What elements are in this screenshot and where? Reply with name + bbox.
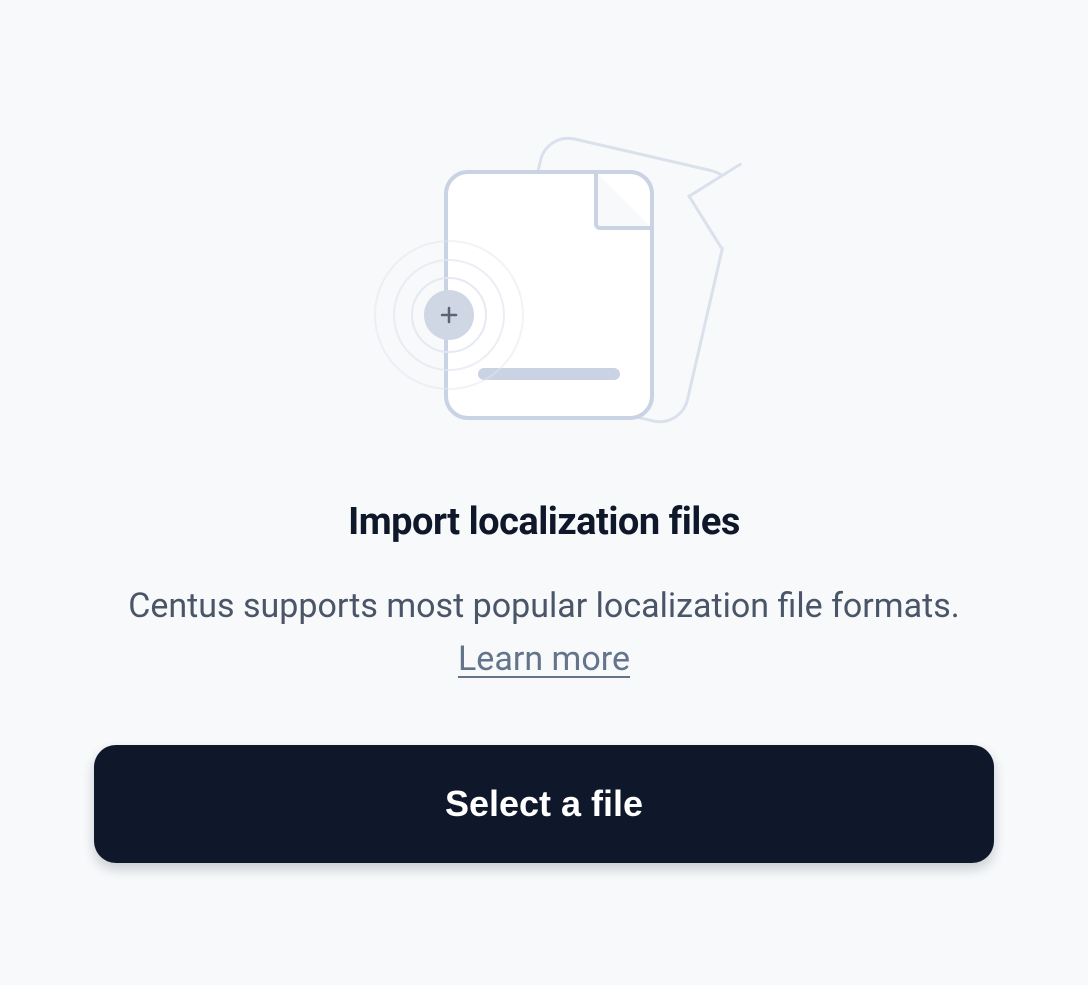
- plus-icon: [424, 290, 474, 340]
- plus-rings-icon: [374, 240, 524, 390]
- learn-more-link[interactable]: Learn more: [458, 639, 630, 679]
- import-description-text: Centus supports most popular localizatio…: [128, 586, 960, 626]
- select-file-button[interactable]: Select a file: [94, 745, 994, 863]
- import-heading: Import localization files: [348, 500, 740, 544]
- import-illustration: [364, 140, 724, 440]
- import-description: Centus supports most popular localizatio…: [84, 580, 1004, 685]
